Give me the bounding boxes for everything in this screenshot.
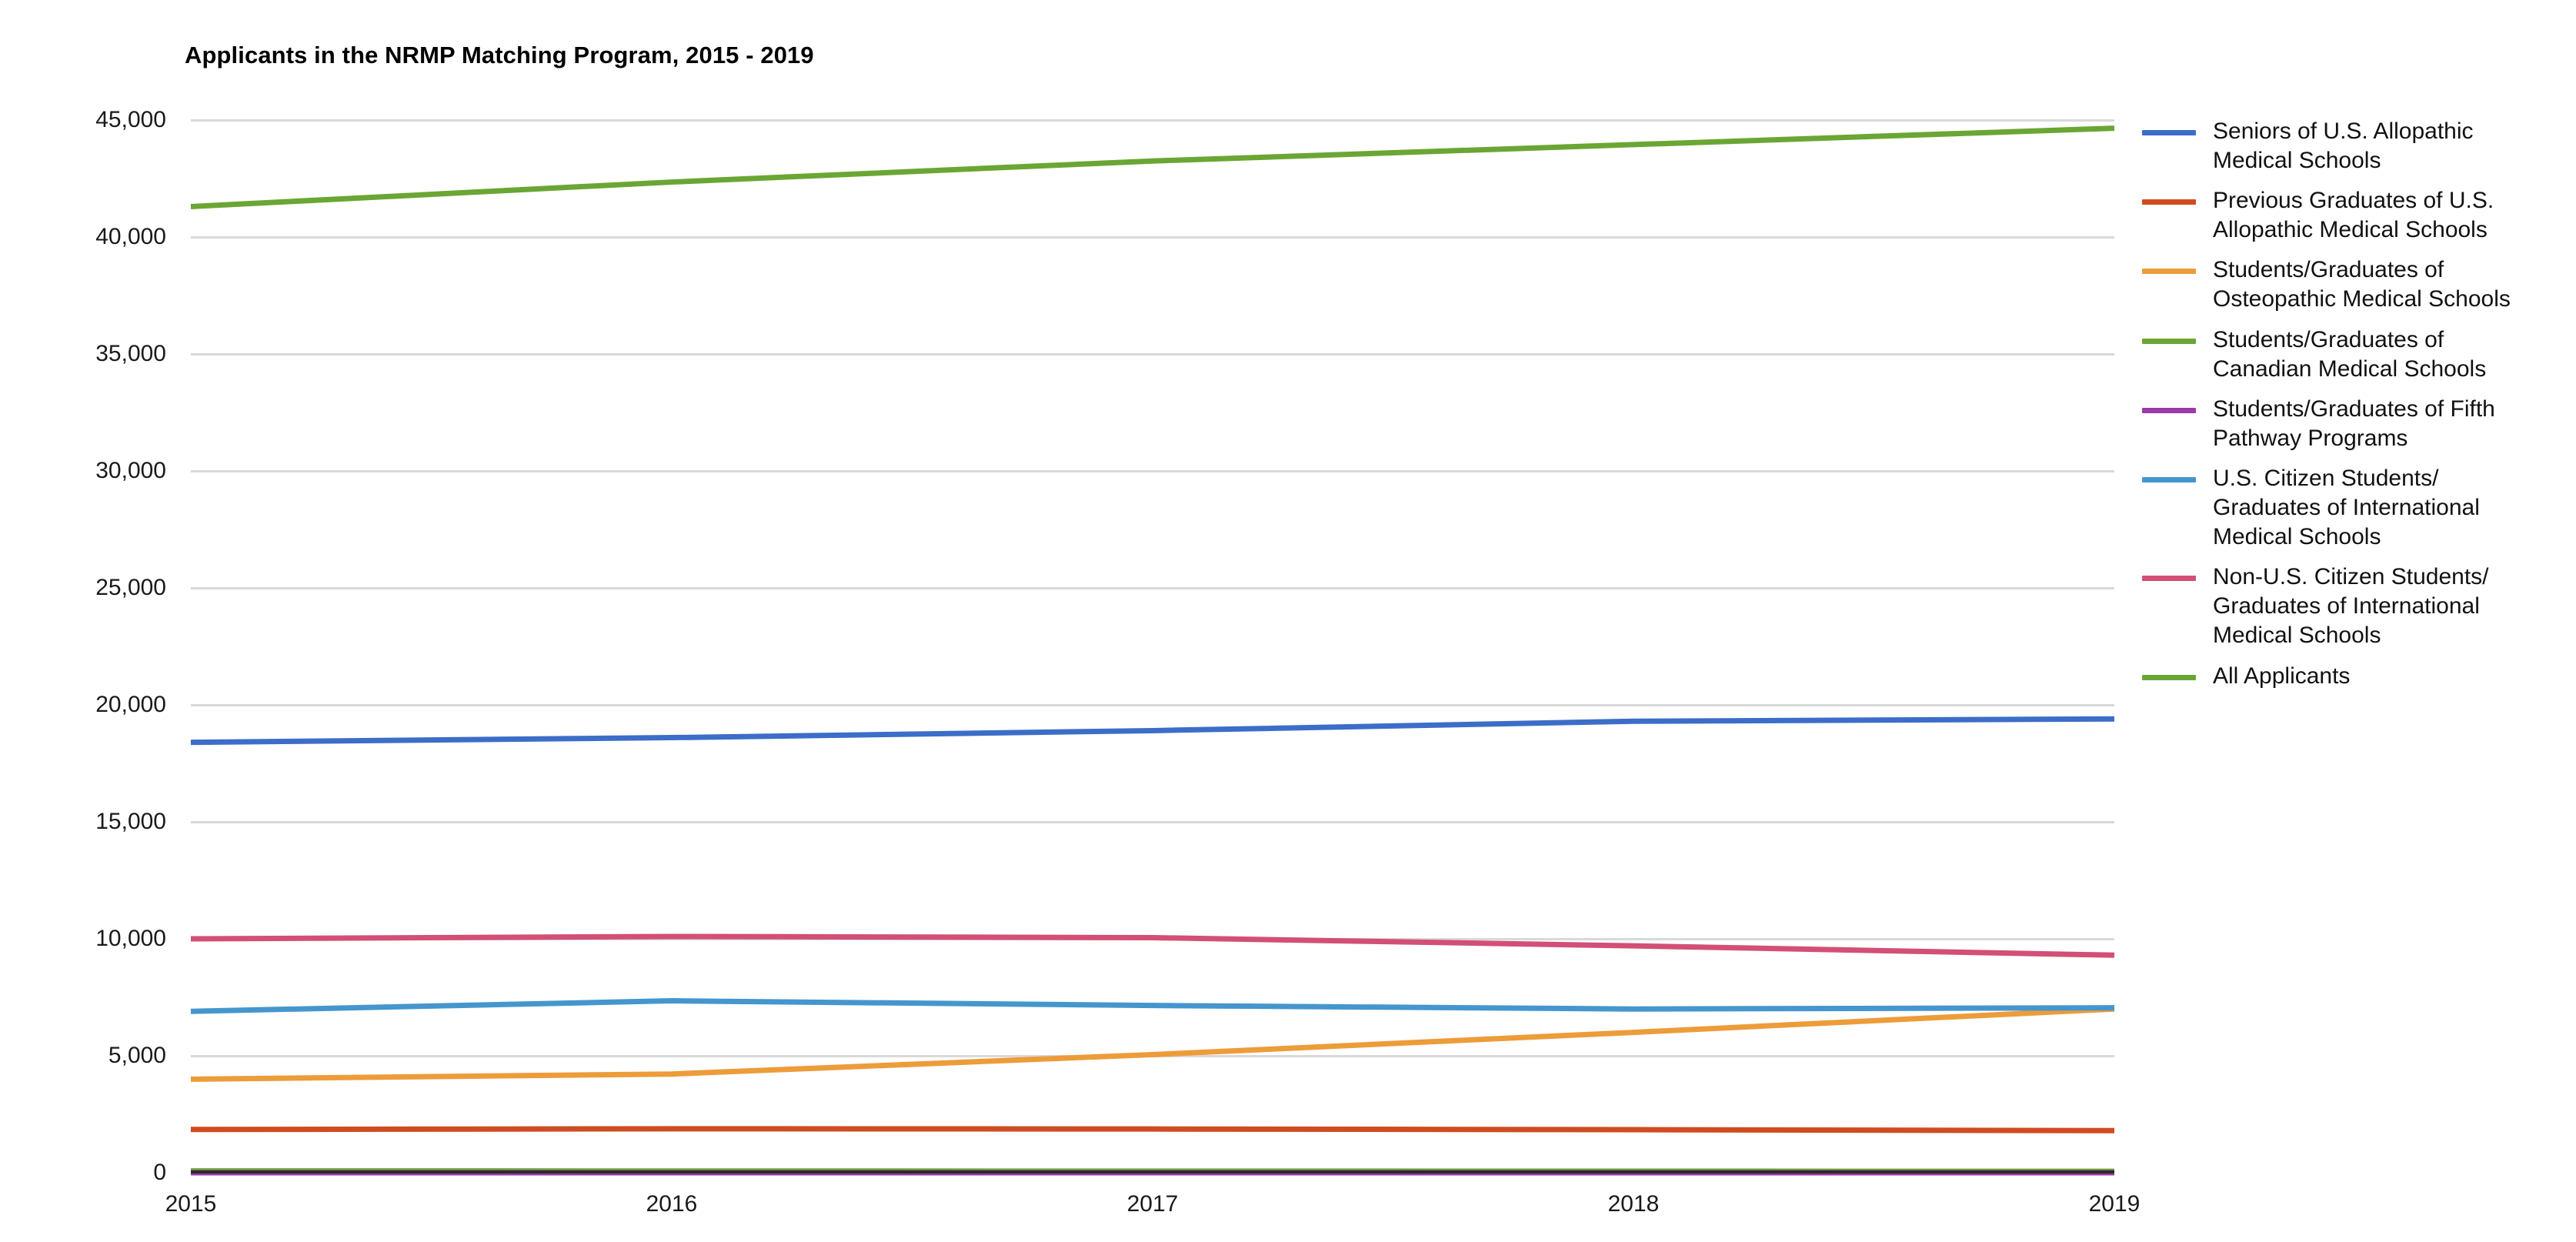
y-axis: 0 5,000 10,000 15,000 20,000 25,000 30,000 35,0… — [0, 0, 166, 1242]
x-axis-line — [191, 1170, 2114, 1174]
legend-item[interactable]: All Applicants — [2142, 662, 2576, 691]
y-tick-label: 25,000 — [95, 575, 166, 600]
legend-item-label: Students/Graduates of Fifth Pathway Prog… — [2213, 396, 2495, 451]
chart-legend: Seniors of U.S. Allopathic Medical Schoo… — [2142, 117, 2576, 702]
legend-item[interactable]: Students/Graduates of Fifth Pathway Prog… — [2142, 395, 2576, 453]
series-line — [191, 1001, 2114, 1012]
y-tick-label: 15,000 — [95, 809, 166, 834]
legend-item-label: All Applicants — [2213, 663, 2351, 689]
series-layer — [191, 120, 2114, 1173]
legend-color-swatch — [2142, 130, 2196, 135]
x-tick-label: 2016 — [646, 1191, 698, 1217]
legend-color-swatch — [2142, 199, 2196, 205]
series-line — [191, 1009, 2114, 1079]
legend-item[interactable]: Students/Graduates of Osteopathic Medica… — [2142, 255, 2576, 314]
y-tick-label: 10,000 — [95, 926, 166, 951]
y-tick-label: 45,000 — [95, 107, 166, 132]
x-tick-label: 2015 — [165, 1191, 217, 1217]
legend-item-label: Seniors of U.S. Allopathic Medical Schoo… — [2213, 119, 2474, 174]
x-tick-label: 2018 — [1607, 1191, 1660, 1217]
legend-item-label: Students/Graduates of Canadian Medical S… — [2213, 326, 2487, 382]
legend-color-swatch — [2142, 407, 2196, 413]
legend-color-swatch — [2142, 476, 2196, 482]
series-line — [191, 1129, 2114, 1130]
x-tick-label: 2019 — [2088, 1191, 2141, 1217]
x-tick-label: 2017 — [1126, 1191, 1179, 1217]
plot-area — [191, 119, 2114, 1173]
legend-item[interactable]: Students/Graduates of Canadian Medical S… — [2142, 326, 2576, 384]
legend-color-swatch — [2142, 269, 2196, 275]
series-line — [191, 937, 2114, 955]
line-chart: Applicants in the NRMP Matching Program,… — [0, 0, 2576, 1242]
y-tick-label: 5,000 — [108, 1043, 166, 1068]
legend-item-label: Students/Graduates of Osteopathic Medica… — [2213, 257, 2511, 312]
legend-item[interactable]: Non-U.S. Citizen Students/ Graduates of … — [2142, 563, 2576, 650]
legend-item[interactable]: U.S. Citizen Students/ Graduates of Inte… — [2142, 464, 2576, 552]
chart-title: Applicants in the NRMP Matching Program,… — [185, 42, 814, 68]
y-tick-label: 20,000 — [95, 692, 166, 717]
legend-color-swatch — [2142, 338, 2196, 344]
y-tick-label: 35,000 — [95, 341, 166, 366]
y-tick-label: 30,000 — [95, 458, 166, 483]
series-line — [191, 719, 2114, 742]
legend-item[interactable]: Seniors of U.S. Allopathic Medical Schoo… — [2142, 117, 2576, 175]
series-line — [191, 129, 2114, 207]
legend-color-swatch — [2142, 576, 2196, 582]
legend-item-label: Non-U.S. Citizen Students/ Graduates of … — [2213, 564, 2489, 649]
x-axis: 2015 2016 2017 2018 2019 — [0, 1191, 2576, 1230]
legend-item[interactable]: Previous Graduates of U.S. Allopathic Me… — [2142, 186, 2576, 245]
legend-item-label: Previous Graduates of U.S. Allopathic Me… — [2213, 188, 2494, 243]
y-tick-label: 40,000 — [95, 224, 166, 249]
legend-color-swatch — [2142, 674, 2196, 680]
legend-item-label: U.S. Citizen Students/ Graduates of Inte… — [2213, 465, 2480, 550]
y-tick-label: 0 — [153, 1160, 166, 1185]
